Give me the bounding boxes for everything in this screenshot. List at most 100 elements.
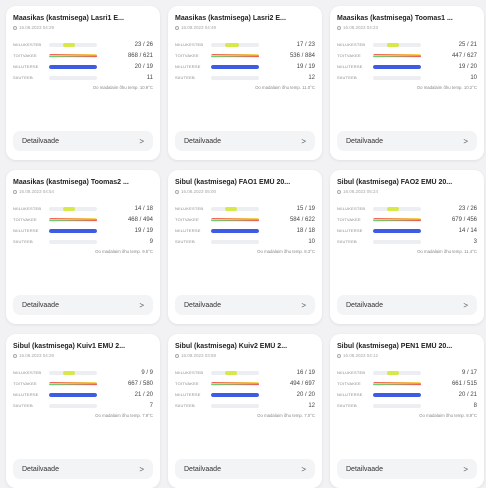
metric-rows: NIILUKESTEB 16 / 19 TOITVAKEE 494 / 697 … [175, 367, 315, 411]
metric-value: 10 [470, 74, 477, 81]
metric-bar [373, 228, 421, 233]
metric-bar-fill [225, 42, 239, 47]
sensor-card: Sibul (kastmisega) FAO1 EMÜ 20... 16.08.… [168, 170, 322, 324]
metric-row-4: SIIUTEEB 11 [13, 72, 153, 83]
timestamp-text: 16.08.2023 05:00 [181, 189, 217, 194]
card-title: Maasikas (kastmisega) Toomas1 ... [337, 15, 453, 22]
metric-bar [373, 53, 421, 58]
metric-label: NIILUTERSE [13, 392, 39, 397]
metric-value: 18 / 18 [296, 227, 315, 234]
clock-icon [337, 190, 341, 194]
details-button[interactable]: Detailvaade > [337, 459, 477, 479]
metric-value: 10 [308, 238, 315, 245]
metric-value: 19 / 19 [296, 63, 315, 70]
timestamp-text: 16.08.2023 05:24 [343, 189, 379, 194]
metric-row-2: TOITVAKEE 667 / 580 [13, 378, 153, 389]
timestamp-text: 16.08.2023 04:49 [181, 25, 217, 30]
card-title: Maasikas (kastmisega) Lasri2 E... [175, 15, 286, 22]
metric-rows: NIILUKESTEB 25 / 21 TOITVAKEE 447 / 627 … [337, 39, 477, 83]
metric-value: 7 [149, 402, 153, 409]
metric-bar-stripe [373, 56, 421, 58]
metric-value: 17 / 23 [296, 41, 315, 48]
details-button-label: Detailvaade [346, 137, 383, 145]
chevron-right-icon: > [301, 136, 306, 146]
metric-row-3: NIILUTERSE 20 / 21 [337, 389, 477, 400]
metric-label: NIILUKESTEB [13, 370, 42, 375]
metric-bar-stripe [373, 220, 421, 222]
clock-icon [13, 354, 17, 358]
metric-value: 19 / 20 [458, 63, 477, 70]
metric-row-1: NIILUKESTEB 15 / 19 [175, 203, 315, 214]
metric-value: 11 [146, 74, 153, 81]
metric-bar-fill [387, 42, 399, 47]
metric-row-2: TOITVAKEE 584 / 622 [175, 214, 315, 225]
details-button[interactable]: Detailvaade > [175, 459, 315, 479]
sensor-card: Sibul (kastmisega) PEN1 EMÜ 20... 16.08.… [330, 334, 484, 488]
metric-bar-fill [225, 370, 237, 375]
clock-icon [13, 190, 17, 194]
details-button[interactable]: Detailvaade > [337, 295, 477, 315]
metric-label: NIILUTERSE [175, 228, 201, 233]
metric-value: 12 [308, 402, 315, 409]
metric-label: TOITVAKEE [13, 381, 37, 386]
metric-row-4: SIIUTEEB 12 [175, 400, 315, 411]
metric-bar-stripe [211, 220, 259, 222]
card-timestamp: 16.08.2023 05:24 [337, 189, 477, 195]
metric-label: SIIUTEEB [175, 403, 195, 408]
details-button[interactable]: Detailvaade > [13, 131, 153, 151]
sensor-card-grid: Maasikas (kastmisega) Lasri1 E... 16.08.… [6, 6, 484, 488]
metric-row-3: NIILUTERSE 21 / 20 [13, 389, 153, 400]
details-button[interactable]: Detailvaade > [13, 459, 153, 479]
card-timestamp: 16.08.2023 03:59 [175, 353, 315, 359]
metric-bar-fill [225, 206, 237, 211]
metric-bar-fill [63, 370, 75, 375]
metric-bar [373, 392, 421, 397]
metric-value: 14 / 14 [458, 227, 477, 234]
details-button[interactable]: Detailvaade > [175, 295, 315, 315]
metric-bar-fill [49, 392, 97, 397]
metric-row-1: NIILUKESTEB 17 / 23 [175, 39, 315, 50]
metric-bar [49, 392, 97, 397]
clock-icon [175, 190, 179, 194]
card-title: Maasikas (kastmisega) Toomas2 ... [13, 179, 129, 186]
sensor-card: Maasikas (kastmisega) Lasri2 E... 16.08.… [168, 6, 322, 160]
metric-bar [211, 239, 259, 244]
metric-label: SIIUTEEB [337, 75, 357, 80]
details-button-label: Detailvaade [184, 137, 221, 145]
metric-label: SIIUTEEB [175, 239, 195, 244]
metric-row-3: NIILUTERSE 19 / 19 [175, 61, 315, 72]
metric-bar [373, 381, 421, 386]
metric-bar-fill [373, 392, 421, 397]
metric-bar [49, 217, 97, 222]
details-button[interactable]: Detailvaade > [337, 131, 477, 151]
card-title: Sibul (kastmisega) Kuiv1 EMÜ 2... [13, 343, 126, 350]
metric-label: NIILUKESTEB [175, 206, 204, 211]
metric-value: 19 / 19 [134, 227, 153, 234]
metric-label: TOITVAKEE [175, 53, 199, 58]
metric-bar [211, 217, 259, 222]
metric-bar-fill [211, 228, 259, 233]
sensor-card: Maasikas (kastmisega) Toomas1 ... 16.08.… [330, 6, 484, 160]
details-button[interactable]: Detailvaade > [175, 131, 315, 151]
metric-label: NIILUKESTEB [337, 42, 366, 47]
metric-label: TOITVAKEE [13, 217, 37, 222]
chevron-right-icon: > [139, 136, 144, 146]
metric-bar [49, 75, 97, 80]
metric-bar [211, 381, 259, 386]
chevron-right-icon: > [463, 136, 468, 146]
sensor-card: Sibul (kastmisega) Kuiv1 EMÜ 2... 16.08.… [6, 334, 160, 488]
metric-bar-fill [373, 64, 421, 69]
timestamp-text: 16.08.2023 04:28 [19, 353, 55, 358]
metric-label: NIILUTERSE [175, 64, 201, 69]
metric-label: TOITVAKEE [337, 381, 361, 386]
timestamp-text: 16.08.2023 03:59 [181, 353, 217, 358]
details-button[interactable]: Detailvaade > [13, 295, 153, 315]
metric-value: 8 [473, 402, 477, 409]
metric-value: 20 / 19 [134, 63, 153, 70]
metric-row-2: TOITVAKEE 679 / 456 [337, 214, 477, 225]
metric-bar [211, 403, 259, 408]
metric-bar [373, 239, 421, 244]
metric-row-2: TOITVAKEE 494 / 697 [175, 378, 315, 389]
metric-value: 9 / 9 [141, 369, 153, 376]
metric-label: NIILUTERSE [337, 228, 363, 233]
